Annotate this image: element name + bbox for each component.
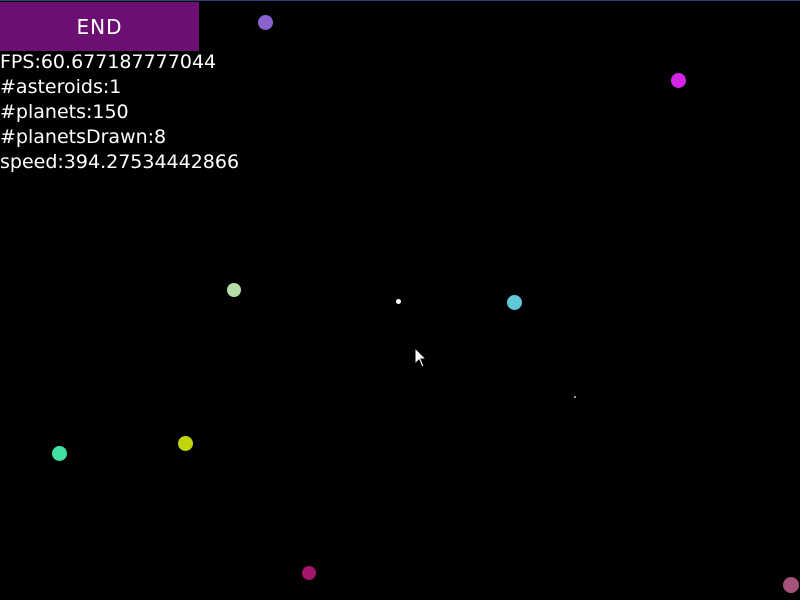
planets-count: #planets:150 bbox=[0, 101, 129, 123]
asteroid bbox=[396, 299, 401, 304]
planet bbox=[783, 577, 799, 593]
planet bbox=[302, 566, 316, 580]
game-canvas[interactable]: END FPS:60.677187777044 #asteroids:1 #pl… bbox=[0, 0, 800, 600]
planet bbox=[507, 295, 522, 310]
speed-readout: speed:394.27534442866 bbox=[0, 151, 240, 173]
planet bbox=[671, 73, 686, 88]
mouse-pointer-icon bbox=[414, 347, 428, 368]
hud-stats: FPS:60.677187777044 #asteroids:1 #planet… bbox=[0, 50, 239, 175]
window-top-edge bbox=[0, 0, 800, 1]
planet bbox=[227, 283, 241, 297]
planet bbox=[52, 446, 67, 461]
fps-readout: FPS:60.677187777044 bbox=[0, 51, 217, 73]
asteroids-count: #asteroids:1 bbox=[0, 76, 122, 98]
planet bbox=[258, 15, 273, 30]
planet bbox=[178, 436, 193, 451]
end-button[interactable]: END bbox=[0, 2, 199, 51]
planets-drawn-count: #planetsDrawn:8 bbox=[0, 126, 167, 148]
space-dust bbox=[574, 396, 576, 398]
